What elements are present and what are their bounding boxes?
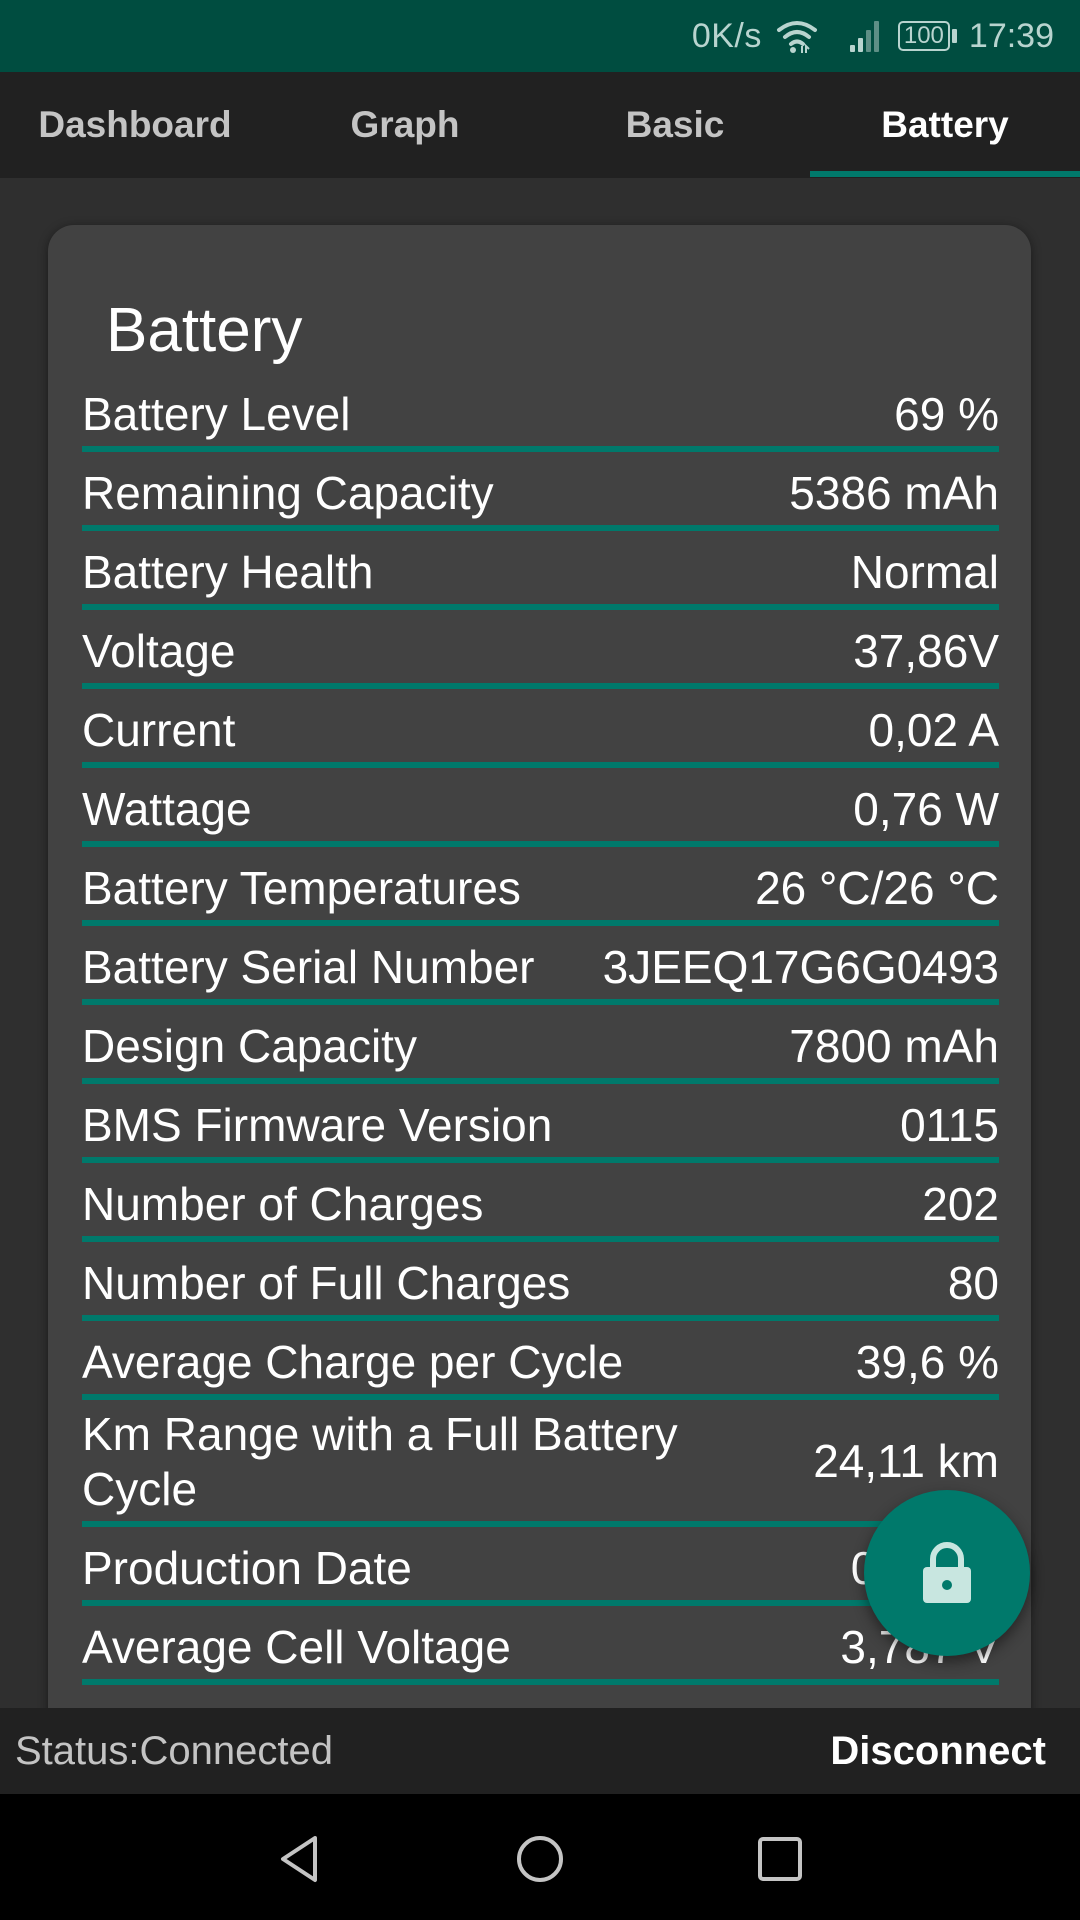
- tab-battery[interactable]: Battery: [810, 72, 1080, 178]
- info-value: 80: [947, 1256, 999, 1309]
- system-nav-bar: [0, 1794, 1080, 1920]
- connection-status-bar: Status:Connected Disconnect: [0, 1708, 1080, 1794]
- signal-icon: [849, 21, 879, 52]
- info-row: BMS Firmware Version 0115: [82, 1084, 999, 1163]
- info-row: Battery Health Normal: [82, 531, 999, 610]
- info-value: 0,76 W: [853, 782, 999, 835]
- info-label: Battery Level: [82, 387, 351, 440]
- info-value: 39,6 %: [855, 1335, 999, 1388]
- info-row: Km Range with a Full Battery Cycle 24,11 …: [82, 1400, 999, 1527]
- tab-dashboard[interactable]: Dashboard: [0, 72, 270, 178]
- info-value: 69 %: [894, 387, 999, 440]
- info-row: Average Cell Voltage3,787 V: [82, 1606, 999, 1685]
- tab-basic[interactable]: Basic: [540, 72, 810, 178]
- recents-icon: [758, 1837, 802, 1881]
- info-label: Number of Full Charges: [82, 1256, 571, 1309]
- battery-info-list: Battery Level 69 % Remaining Capacity 5386 …: [82, 373, 999, 1685]
- info-row: Battery Level 69 %: [82, 373, 999, 452]
- home-button[interactable]: [505, 1824, 575, 1894]
- info-row: Design Capacity 7800 mAh: [82, 1005, 999, 1084]
- home-icon: [517, 1836, 563, 1882]
- card-title: Battery: [106, 296, 303, 365]
- battery-level-text: 100: [897, 21, 950, 51]
- info-label: Current: [82, 703, 236, 756]
- info-row: Number of Charges 202: [82, 1163, 999, 1242]
- active-tab-indicator: [810, 171, 1080, 177]
- info-row: Production Date06-July: [82, 1527, 999, 1606]
- battery-icon: 100: [897, 21, 957, 51]
- info-label: Battery Health: [82, 545, 374, 598]
- info-row: Average Charge per Cycle 39,6 %: [82, 1321, 999, 1400]
- lock-button[interactable]: [864, 1490, 1030, 1656]
- scroll-content[interactable]: Battery Battery Level 69 % Remaining Capac…: [0, 178, 1080, 1708]
- back-icon: [281, 1836, 317, 1882]
- battery-card: Battery Battery Level 69 % Remaining Capac…: [48, 225, 1031, 1708]
- info-label: Battery Serial Number: [82, 940, 535, 993]
- system-status-bar: 0K/s 100 17:39: [0, 0, 1080, 72]
- info-value: 5386 mAh: [789, 466, 999, 519]
- info-label: Number of Charges: [82, 1177, 484, 1230]
- info-label: Km Range with a Full Battery Cycle: [82, 1407, 678, 1515]
- info-row: Current 0,02 A: [82, 689, 999, 768]
- connection-status: Status:Connected: [15, 1728, 333, 1773]
- wifi-icon: [776, 21, 817, 53]
- info-row: Voltage 37,86V: [82, 610, 999, 689]
- info-value: 0115: [900, 1098, 999, 1151]
- info-label: Battery Temperatures: [82, 861, 521, 914]
- info-row: Battery Serial Number 3JEEQ17G6G0493: [82, 926, 999, 1005]
- info-value: 202: [922, 1177, 999, 1230]
- info-row: Remaining Capacity 5386 mAh: [82, 452, 999, 531]
- info-value: 0,02 A: [868, 703, 999, 756]
- info-label: Production Date: [82, 1541, 412, 1594]
- tab-bar: Dashboard Graph Basic Battery: [0, 72, 1080, 178]
- info-row: Wattage 0,76 W: [82, 768, 999, 847]
- info-label: Wattage: [82, 782, 252, 835]
- disconnect-button[interactable]: Disconnect: [830, 1729, 1046, 1774]
- clock: 17:39: [968, 16, 1054, 55]
- info-row: Battery Temperatures 26 °C/26 °C: [82, 847, 999, 926]
- info-value: 7800 mAh: [789, 1019, 999, 1072]
- info-value: 24,11 km: [813, 1434, 999, 1487]
- lock-icon: [923, 1542, 971, 1603]
- info-value: Normal: [850, 545, 999, 598]
- info-label: BMS Firmware Version: [82, 1098, 553, 1151]
- info-value: 26 °C/26 °C: [755, 861, 999, 914]
- info-label: Remaining Capacity: [82, 466, 494, 519]
- info-label: Design Capacity: [82, 1019, 417, 1072]
- recents-button[interactable]: [745, 1824, 815, 1894]
- info-label: Average Cell Voltage: [82, 1620, 511, 1673]
- network-speed: 0K/s: [691, 16, 762, 55]
- info-value: 3JEEQ17G6G0493: [602, 940, 999, 993]
- info-label: Average Charge per Cycle: [82, 1335, 624, 1388]
- info-row: Number of Full Charges 80: [82, 1242, 999, 1321]
- info-value: 37,86V: [853, 624, 999, 677]
- info-label: Voltage: [82, 624, 236, 677]
- tab-graph[interactable]: Graph: [270, 72, 540, 178]
- back-button[interactable]: [264, 1824, 334, 1894]
